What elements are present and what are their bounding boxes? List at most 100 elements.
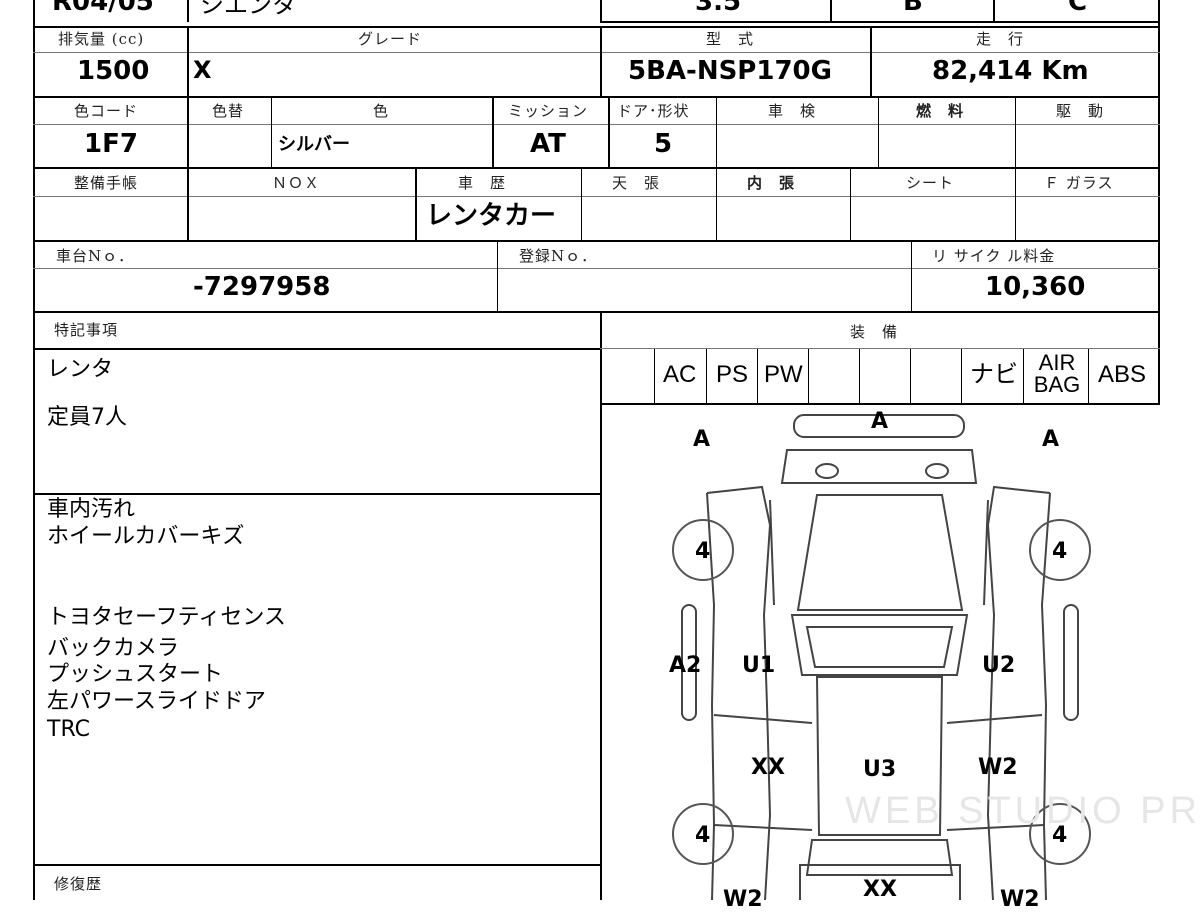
model-code-label: 型 式: [706, 30, 755, 48]
repair-history-label: 修復歴: [54, 875, 103, 893]
chassis-no-value: -7297958: [193, 272, 331, 302]
equipment-abs: ABS: [1098, 361, 1147, 388]
notes-line: 左パワースライドドア: [47, 689, 266, 714]
recycle-fee-label: リ サイク ル料金: [932, 247, 1056, 265]
recycle-fee-value: 10,360: [985, 272, 1086, 302]
damage-right-rear-door: W2: [978, 755, 1018, 780]
repaint-label: 色替: [212, 102, 245, 120]
displacement-value: 1500: [77, 56, 150, 86]
grid-line: [600, 21, 1160, 23]
grid-line: [187, 167, 189, 241]
grade-label: グレード: [358, 30, 423, 48]
grid-line: [187, 0, 189, 22]
grid-line: [600, 0, 602, 22]
transmission-label: ミッション: [508, 102, 589, 120]
damage-left-rear-door: XX: [751, 755, 785, 780]
grid-line: [706, 349, 707, 403]
notes-line: バックカメラ: [47, 636, 180, 661]
grid-line: [497, 240, 498, 311]
grid-line: [830, 0, 832, 22]
grid-line: [33, 96, 1160, 98]
grid-line: [33, 0, 35, 900]
grid-line: [870, 26, 872, 96]
model-code-value: 5BA-NSP170G: [628, 56, 832, 86]
grid-line: [859, 349, 860, 403]
damage-right-front-door: U2: [982, 653, 1016, 678]
grid-line: [33, 26, 1160, 28]
damage-wheel-fl: 4: [695, 539, 711, 564]
notes-line: トヨタセーフティセンス: [47, 605, 286, 630]
grade-value: X: [193, 56, 212, 84]
grid-line: [1015, 96, 1016, 169]
notes-line: 定員7人: [47, 405, 127, 430]
damage-rear: XX: [863, 877, 897, 902]
drive-label: 駆 動: [1056, 102, 1105, 120]
seat-label: シート: [906, 174, 955, 192]
interior-grade: B: [903, 0, 923, 17]
grid-line: [581, 167, 582, 241]
doors-value: 5: [654, 129, 673, 159]
grid-line: [33, 268, 1160, 269]
grid-line: [878, 96, 879, 169]
roof-lining-label: 天 張: [612, 174, 661, 192]
color-code-value: 1F7: [84, 129, 138, 159]
grid-line: [415, 167, 417, 241]
damage-wheel-rr: 4: [1052, 823, 1068, 848]
grid-line: [1023, 349, 1024, 403]
damage-wheel-fr: 4: [1052, 539, 1068, 564]
damage-front-right: A: [1042, 427, 1060, 452]
damage-wheel-rl: 4: [695, 823, 711, 848]
grid-line: [1088, 349, 1089, 403]
damage-rear-right: W2: [1000, 887, 1040, 912]
exterior-grade: C: [1068, 0, 1088, 17]
service-book-label: 整備手帳: [74, 174, 139, 192]
notes-line: レンタ: [47, 357, 114, 382]
history-value: レンタカー: [426, 201, 557, 231]
grid-line: [33, 311, 1160, 313]
equipment-ps: PS: [716, 361, 749, 388]
grid-line: [492, 96, 494, 169]
grid-line: [1015, 167, 1016, 241]
grid-line: [716, 167, 717, 241]
equipment-ac: AC: [663, 361, 697, 388]
color-value: シルバー: [278, 134, 350, 155]
grid-line: [716, 96, 717, 169]
notes-line: ホイールカバーキズ: [47, 524, 245, 549]
nox-label: ＮＯＸ: [272, 174, 321, 192]
grid-line: [33, 124, 1160, 125]
year-value: R04/05: [52, 0, 154, 17]
grid-line: [757, 349, 758, 403]
equipment-navi: ナビ: [970, 361, 1018, 388]
grid-line: [33, 240, 1160, 242]
grid-line: [600, 348, 1160, 349]
grid-line: [33, 196, 1160, 197]
f-glass-label: Ｆ ガラス: [1044, 174, 1114, 192]
damage-front-left: A: [693, 427, 711, 452]
notes-label: 特記事項: [54, 321, 119, 339]
damage-rear-left: W2: [723, 887, 763, 912]
chassis-no-label: 車台Nｏ．: [56, 247, 135, 265]
grid-line: [33, 864, 600, 866]
grid-line: [993, 0, 995, 22]
score-value: 3.5: [695, 0, 742, 17]
grid-line: [1158, 0, 1160, 405]
grid-line: [33, 348, 600, 350]
damage-roof: U3: [863, 757, 897, 782]
interior-lining-label: 内 張: [747, 174, 796, 192]
grid-line: [961, 349, 962, 403]
equipment-airbag: AIR BAG: [1033, 350, 1081, 397]
grid-line: [187, 96, 189, 169]
grid-line: [33, 493, 600, 495]
grid-line: [654, 349, 655, 403]
notes-line: 車内汚れ: [47, 497, 136, 522]
auction-sheet: R04/05 シエンタ 3.5 B C 排気量 (cc) グレード 型 式 走 …: [0, 0, 1200, 911]
grid-line: [808, 349, 809, 403]
notes-line: TRC: [47, 717, 90, 742]
grid-line: [911, 240, 912, 311]
grid-line: [33, 52, 1160, 53]
equipment-pw: PW: [764, 361, 803, 388]
mileage-value: 82,414 Km: [932, 56, 1089, 86]
mileage-label: 走 行: [976, 30, 1025, 48]
grid-line: [271, 96, 272, 169]
equipment-label: 装 備: [850, 323, 899, 341]
